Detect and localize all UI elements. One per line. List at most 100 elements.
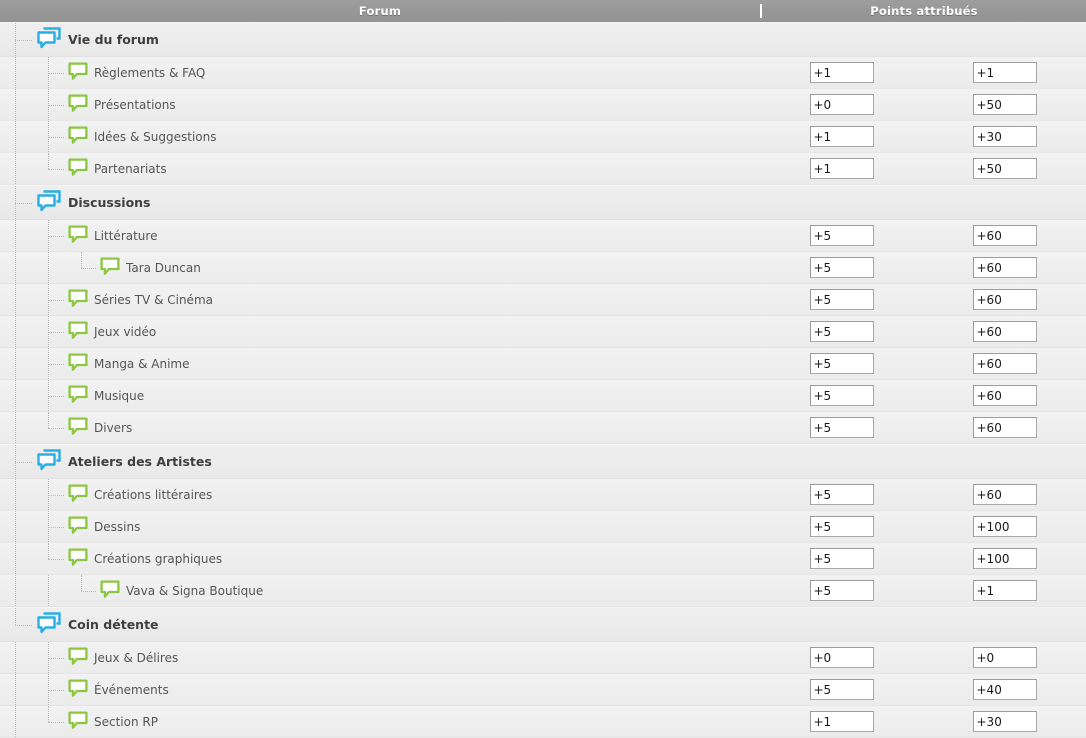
points-slot <box>923 417 1086 438</box>
speech-bubble-icon <box>68 547 88 570</box>
points-per-message-input[interactable] <box>809 516 874 537</box>
forum-name[interactable]: Vava & Signa Boutique <box>126 584 263 598</box>
points-per-message-input[interactable] <box>809 417 874 438</box>
points-slot <box>923 257 1086 278</box>
points-per-topic-input[interactable] <box>972 321 1037 342</box>
points-cell <box>760 711 1086 732</box>
points-per-topic-input[interactable] <box>972 257 1037 278</box>
points-slot <box>760 516 923 537</box>
points-per-message-input[interactable] <box>809 580 874 601</box>
forum-row: Dessins <box>0 511 1086 543</box>
forum-label-cell: Discussions <box>0 190 760 215</box>
forum-row: Musique <box>0 380 1086 412</box>
forum-label-cell: Vie du forum <box>0 27 760 52</box>
points-slot <box>923 580 1086 601</box>
points-slot <box>760 353 923 374</box>
forum-name[interactable]: Idées & Suggestions <box>94 130 217 144</box>
category-row: Ateliers des Artistes <box>0 444 1086 479</box>
points-slot <box>760 647 923 668</box>
forum-name[interactable]: Présentations <box>94 98 176 112</box>
points-per-topic-input[interactable] <box>972 353 1037 374</box>
forum-name[interactable]: Musique <box>94 389 144 403</box>
forum-label-cell: Tara Duncan <box>0 256 760 279</box>
speech-bubble-icon <box>68 678 88 701</box>
points-per-topic-input[interactable] <box>972 548 1037 569</box>
points-per-message-input[interactable] <box>809 289 874 310</box>
points-per-message-input[interactable] <box>809 679 874 700</box>
forum-label-cell: Créations littéraires <box>0 483 760 506</box>
forum-row: Tara Duncan <box>0 252 1086 284</box>
points-slot <box>760 679 923 700</box>
points-per-message-input[interactable] <box>809 158 874 179</box>
points-per-topic-input[interactable] <box>972 158 1037 179</box>
speech-bubble-icon <box>68 384 88 407</box>
points-per-topic-input[interactable] <box>972 580 1037 601</box>
points-cell <box>760 679 1086 700</box>
points-per-topic-input[interactable] <box>972 62 1037 83</box>
forum-name[interactable]: Séries TV & Cinéma <box>94 293 213 307</box>
forum-row: Jeux & Délires <box>0 642 1086 674</box>
category-name[interactable]: Ateliers des Artistes <box>68 454 212 469</box>
points-per-topic-input[interactable] <box>972 385 1037 406</box>
points-per-message-input[interactable] <box>809 62 874 83</box>
points-per-message-input[interactable] <box>809 385 874 406</box>
points-per-topic-input[interactable] <box>972 679 1037 700</box>
forum-name[interactable]: Partenariats <box>94 162 167 176</box>
points-cell <box>760 647 1086 668</box>
category-name[interactable]: Coin détente <box>68 617 159 632</box>
points-per-topic-input[interactable] <box>972 516 1037 537</box>
points-per-message-input[interactable] <box>809 647 874 668</box>
points-per-topic-input[interactable] <box>972 225 1037 246</box>
points-per-topic-input[interactable] <box>972 289 1037 310</box>
points-slot <box>923 548 1086 569</box>
points-per-message-input[interactable] <box>809 126 874 147</box>
forum-name[interactable]: Tara Duncan <box>126 261 201 275</box>
forum-name[interactable]: Dessins <box>94 520 140 534</box>
speech-bubble-icon <box>68 224 88 247</box>
points-slot <box>760 62 923 83</box>
forum-row: Séries TV & Cinéma <box>0 284 1086 316</box>
category-name[interactable]: Discussions <box>68 195 151 210</box>
forum-name[interactable]: Manga & Anime <box>94 357 190 371</box>
forum-row: Jeux vidéo <box>0 316 1086 348</box>
points-per-message-input[interactable] <box>809 548 874 569</box>
forum-name[interactable]: Littérature <box>94 229 157 243</box>
category-row: Discussions <box>0 185 1086 220</box>
points-per-topic-input[interactable] <box>972 711 1037 732</box>
speech-bubble-icon <box>68 483 88 506</box>
points-per-message-input[interactable] <box>809 257 874 278</box>
points-cell <box>760 417 1086 438</box>
points-per-message-input[interactable] <box>809 321 874 342</box>
points-slot <box>760 385 923 406</box>
points-per-message-input[interactable] <box>809 94 874 115</box>
points-per-message-input[interactable] <box>809 711 874 732</box>
points-per-topic-input[interactable] <box>972 484 1037 505</box>
forum-label-cell: Présentations <box>0 93 760 116</box>
points-per-topic-input[interactable] <box>972 647 1037 668</box>
forum-name[interactable]: Événements <box>94 683 169 697</box>
forum-row: Événements <box>0 674 1086 706</box>
forum-name[interactable]: Créations littéraires <box>94 488 212 502</box>
forum-name[interactable]: Section RP <box>94 715 158 729</box>
points-slot <box>923 126 1086 147</box>
category-name[interactable]: Vie du forum <box>68 32 159 47</box>
points-slot <box>760 580 923 601</box>
forum-label-cell: Littérature <box>0 224 760 247</box>
points-cell <box>760 484 1086 505</box>
points-slot <box>923 385 1086 406</box>
points-per-topic-input[interactable] <box>972 94 1037 115</box>
forum-name[interactable]: Divers <box>94 421 132 435</box>
points-per-message-input[interactable] <box>809 225 874 246</box>
points-per-topic-input[interactable] <box>972 126 1037 147</box>
forum-name[interactable]: Jeux vidéo <box>94 325 156 339</box>
forum-label-cell: Créations graphiques <box>0 547 760 570</box>
points-per-message-input[interactable] <box>809 484 874 505</box>
speech-bubble-icon <box>68 288 88 311</box>
category-row: Coin détente <box>0 607 1086 642</box>
points-per-topic-input[interactable] <box>972 417 1037 438</box>
forum-name[interactable]: Règlements & FAQ <box>94 66 205 80</box>
forum-label-cell: Jeux & Délires <box>0 646 760 669</box>
points-per-message-input[interactable] <box>809 353 874 374</box>
forum-name[interactable]: Créations graphiques <box>94 552 222 566</box>
forum-name[interactable]: Jeux & Délires <box>94 651 178 665</box>
